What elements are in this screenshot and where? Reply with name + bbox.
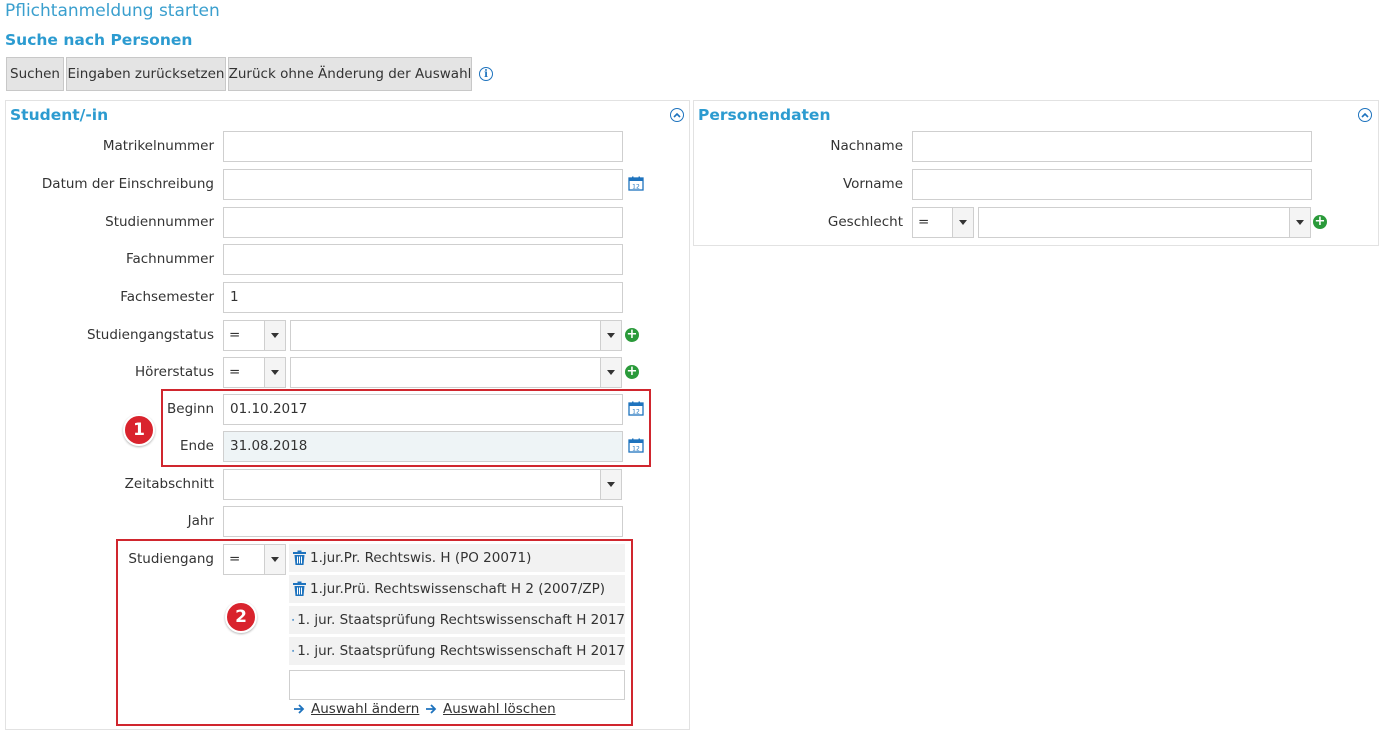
chevron-down-icon[interactable] — [600, 470, 621, 499]
geschlecht-operator-select[interactable]: = — [912, 207, 974, 238]
geschlecht-value-select[interactable] — [978, 207, 1311, 238]
jahr-input[interactable] — [223, 506, 623, 537]
chevron-down-icon[interactable] — [600, 358, 621, 387]
studiengang-label: Studiengang — [128, 551, 214, 567]
back-button[interactable]: Zurück ohne Änderung der Auswahl — [228, 57, 472, 91]
add-icon[interactable]: + — [1313, 215, 1327, 229]
hoererstatus-operator-select[interactable]: = — [223, 357, 286, 388]
collapse-person-icon[interactable] — [1358, 108, 1372, 122]
studiengangstatus-operator-select[interactable]: = — [223, 320, 286, 351]
delete-icon[interactable] — [292, 612, 295, 628]
fachsemester-label: Fachsemester — [120, 289, 214, 305]
delete-selection-link[interactable]: Auswahl löschen — [443, 701, 556, 717]
calendar-icon[interactable]: 12 — [628, 438, 644, 453]
matrikelnummer-label: Matrikelnummer — [102, 138, 214, 154]
chevron-down-icon[interactable] — [952, 208, 973, 237]
einschreibung-label: Datum der Einschreibung — [41, 176, 214, 192]
studiengang-item-label: 1. jur. Staatsprüfung Rechtswissenschaft… — [297, 643, 625, 659]
collapse-student-icon[interactable] — [670, 108, 684, 122]
beginn-input[interactable]: 01.10.2017 — [223, 394, 623, 425]
annotation-badge-2: 2 — [225, 601, 257, 633]
nachname-input[interactable] — [912, 131, 1312, 162]
studiengangstatus-label: Studiengangstatus — [86, 327, 214, 343]
nachname-label: Nachname — [830, 138, 903, 154]
studiengang-search-input[interactable] — [289, 670, 625, 700]
zeitabschnitt-select[interactable] — [223, 469, 622, 500]
studiengang-selected-item: 1. jur. Staatsprüfung Rechtswissenschaft… — [289, 637, 625, 665]
hoererstatus-label: Hörerstatus — [134, 364, 214, 380]
add-icon[interactable]: + — [625, 365, 639, 379]
section-title: Suche nach Personen — [5, 31, 193, 49]
delete-icon[interactable] — [292, 581, 307, 597]
page-title: Pflichtanmeldung starten — [5, 1, 220, 21]
person-panel-title: Personendaten — [698, 106, 831, 124]
search-button[interactable]: Suchen — [6, 57, 64, 91]
svg-text:12: 12 — [632, 409, 640, 416]
matrikelnummer-input[interactable] — [223, 131, 623, 162]
studiengang-selected-item: 1. jur. Staatsprüfung Rechtswissenschaft… — [289, 606, 625, 634]
info-icon[interactable]: i — [479, 67, 493, 81]
ende-input[interactable]: 31.08.2018 — [223, 431, 623, 462]
calendar-icon[interactable]: 12 — [628, 401, 644, 416]
beginn-label: Beginn — [167, 401, 214, 417]
add-icon[interactable]: + — [625, 328, 639, 342]
operator-value: = — [229, 551, 241, 567]
operator-value: = — [229, 364, 241, 380]
calendar-icon[interactable]: 12 — [628, 176, 644, 191]
arrow-right-icon — [426, 704, 437, 714]
studiennummer-label: Studiennummer — [105, 214, 214, 230]
vorname-label: Vorname — [842, 176, 903, 192]
studiengang-item-label: 1. jur. Staatsprüfung Rechtswissenschaft… — [297, 612, 625, 628]
vorname-input[interactable] — [912, 169, 1312, 200]
studiengang-operator-select[interactable]: = — [223, 544, 286, 575]
arrow-right-icon — [294, 704, 305, 714]
svg-text:12: 12 — [632, 446, 640, 453]
chevron-down-icon[interactable] — [264, 321, 285, 350]
studiengang-item-label: 1.jur.Prü. Rechtswissenschaft H 2 (2007/… — [310, 581, 606, 597]
studiengang-selected-item: 1.jur.Prü. Rechtswissenschaft H 2 (2007/… — [289, 575, 625, 603]
einschreibung-input[interactable] — [223, 169, 623, 200]
delete-icon[interactable] — [292, 550, 307, 566]
jahr-label: Jahr — [187, 513, 214, 529]
studiengang-item-label: 1.jur.Pr. Rechtswis. H (PO 20071) — [310, 550, 532, 566]
change-selection-link[interactable]: Auswahl ändern — [311, 701, 419, 717]
operator-value: = — [229, 327, 241, 343]
student-panel-title: Student/-in — [10, 106, 109, 124]
chevron-down-icon[interactable] — [264, 545, 285, 574]
delete-icon[interactable] — [292, 643, 295, 659]
fachnummer-input[interactable] — [223, 244, 623, 275]
reset-button[interactable]: Eingaben zurücksetzen — [66, 57, 226, 91]
chevron-down-icon[interactable] — [600, 321, 621, 350]
operator-value: = — [918, 214, 930, 230]
ende-label: Ende — [180, 438, 214, 454]
hoererstatus-value-select[interactable] — [290, 357, 622, 388]
geschlecht-label: Geschlecht — [827, 214, 903, 230]
fachnummer-label: Fachnummer — [125, 251, 214, 267]
studiennummer-input[interactable] — [223, 207, 623, 238]
studiengangstatus-value-select[interactable] — [290, 320, 622, 351]
chevron-down-icon[interactable] — [264, 358, 285, 387]
fachsemester-input[interactable]: 1 — [223, 282, 623, 313]
chevron-down-icon[interactable] — [1289, 208, 1310, 237]
studiengang-selected-item: 1.jur.Pr. Rechtswis. H (PO 20071) — [289, 544, 625, 572]
zeitabschnitt-label: Zeitabschnitt — [124, 476, 214, 492]
svg-text:12: 12 — [632, 184, 640, 191]
